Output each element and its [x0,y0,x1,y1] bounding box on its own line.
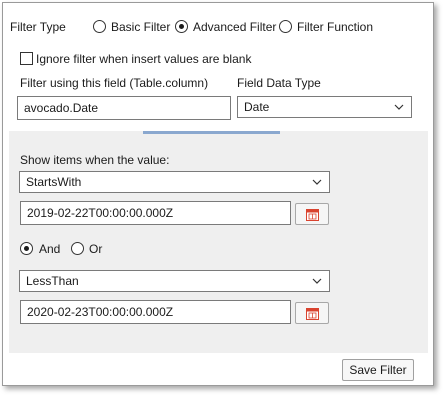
radio-basic-filter[interactable] [93,20,106,33]
second-operator-value: LessThan [26,274,79,288]
field-data-type-select[interactable]: Date [237,96,412,118]
radio-or-label[interactable]: Or [89,242,102,256]
first-calendar-button[interactable] [295,203,329,225]
first-operator-select[interactable]: StartsWith [19,171,330,193]
radio-and[interactable] [20,242,33,255]
calendar-icon [306,308,319,320]
second-calendar-button[interactable] [295,302,329,324]
field-data-type-label: Field Data Type [237,76,321,90]
save-filter-button[interactable]: Save Filter [342,359,414,381]
show-items-label: Show items when the value: [20,153,170,167]
panel-accent-bar [143,131,280,134]
chevron-down-icon [394,104,404,110]
radio-and-label[interactable]: And [39,242,60,256]
ignore-blank-checkbox[interactable] [20,52,33,65]
chevron-down-icon [312,179,322,185]
radio-filter-function-label[interactable]: Filter Function [297,20,373,34]
chevron-down-icon [312,278,322,284]
first-value-input[interactable]: 2019-02-22T00:00:00.000Z [20,201,291,225]
filter-type-label: Filter Type [10,20,66,34]
ignore-blank-label[interactable]: Ignore filter when insert values are bla… [36,52,251,66]
second-value-input[interactable]: 2020-02-23T00:00:00.000Z [20,300,291,324]
filter-field-input[interactable]: avocado.Date [17,96,231,120]
filter-field-label: Filter using this field (Table.column) [20,76,209,90]
radio-or[interactable] [71,242,84,255]
radio-advanced-filter[interactable] [175,20,188,33]
first-operator-value: StartsWith [26,175,82,189]
advanced-filter-dialog: Filter Type Basic Filter Advanced Filter… [2,2,434,386]
radio-filter-function[interactable] [279,20,292,33]
radio-basic-filter-label[interactable]: Basic Filter [111,20,170,34]
field-data-type-value: Date [244,100,270,114]
radio-advanced-filter-label[interactable]: Advanced Filter [193,20,276,34]
calendar-icon [306,209,319,221]
second-operator-select[interactable]: LessThan [19,270,330,292]
